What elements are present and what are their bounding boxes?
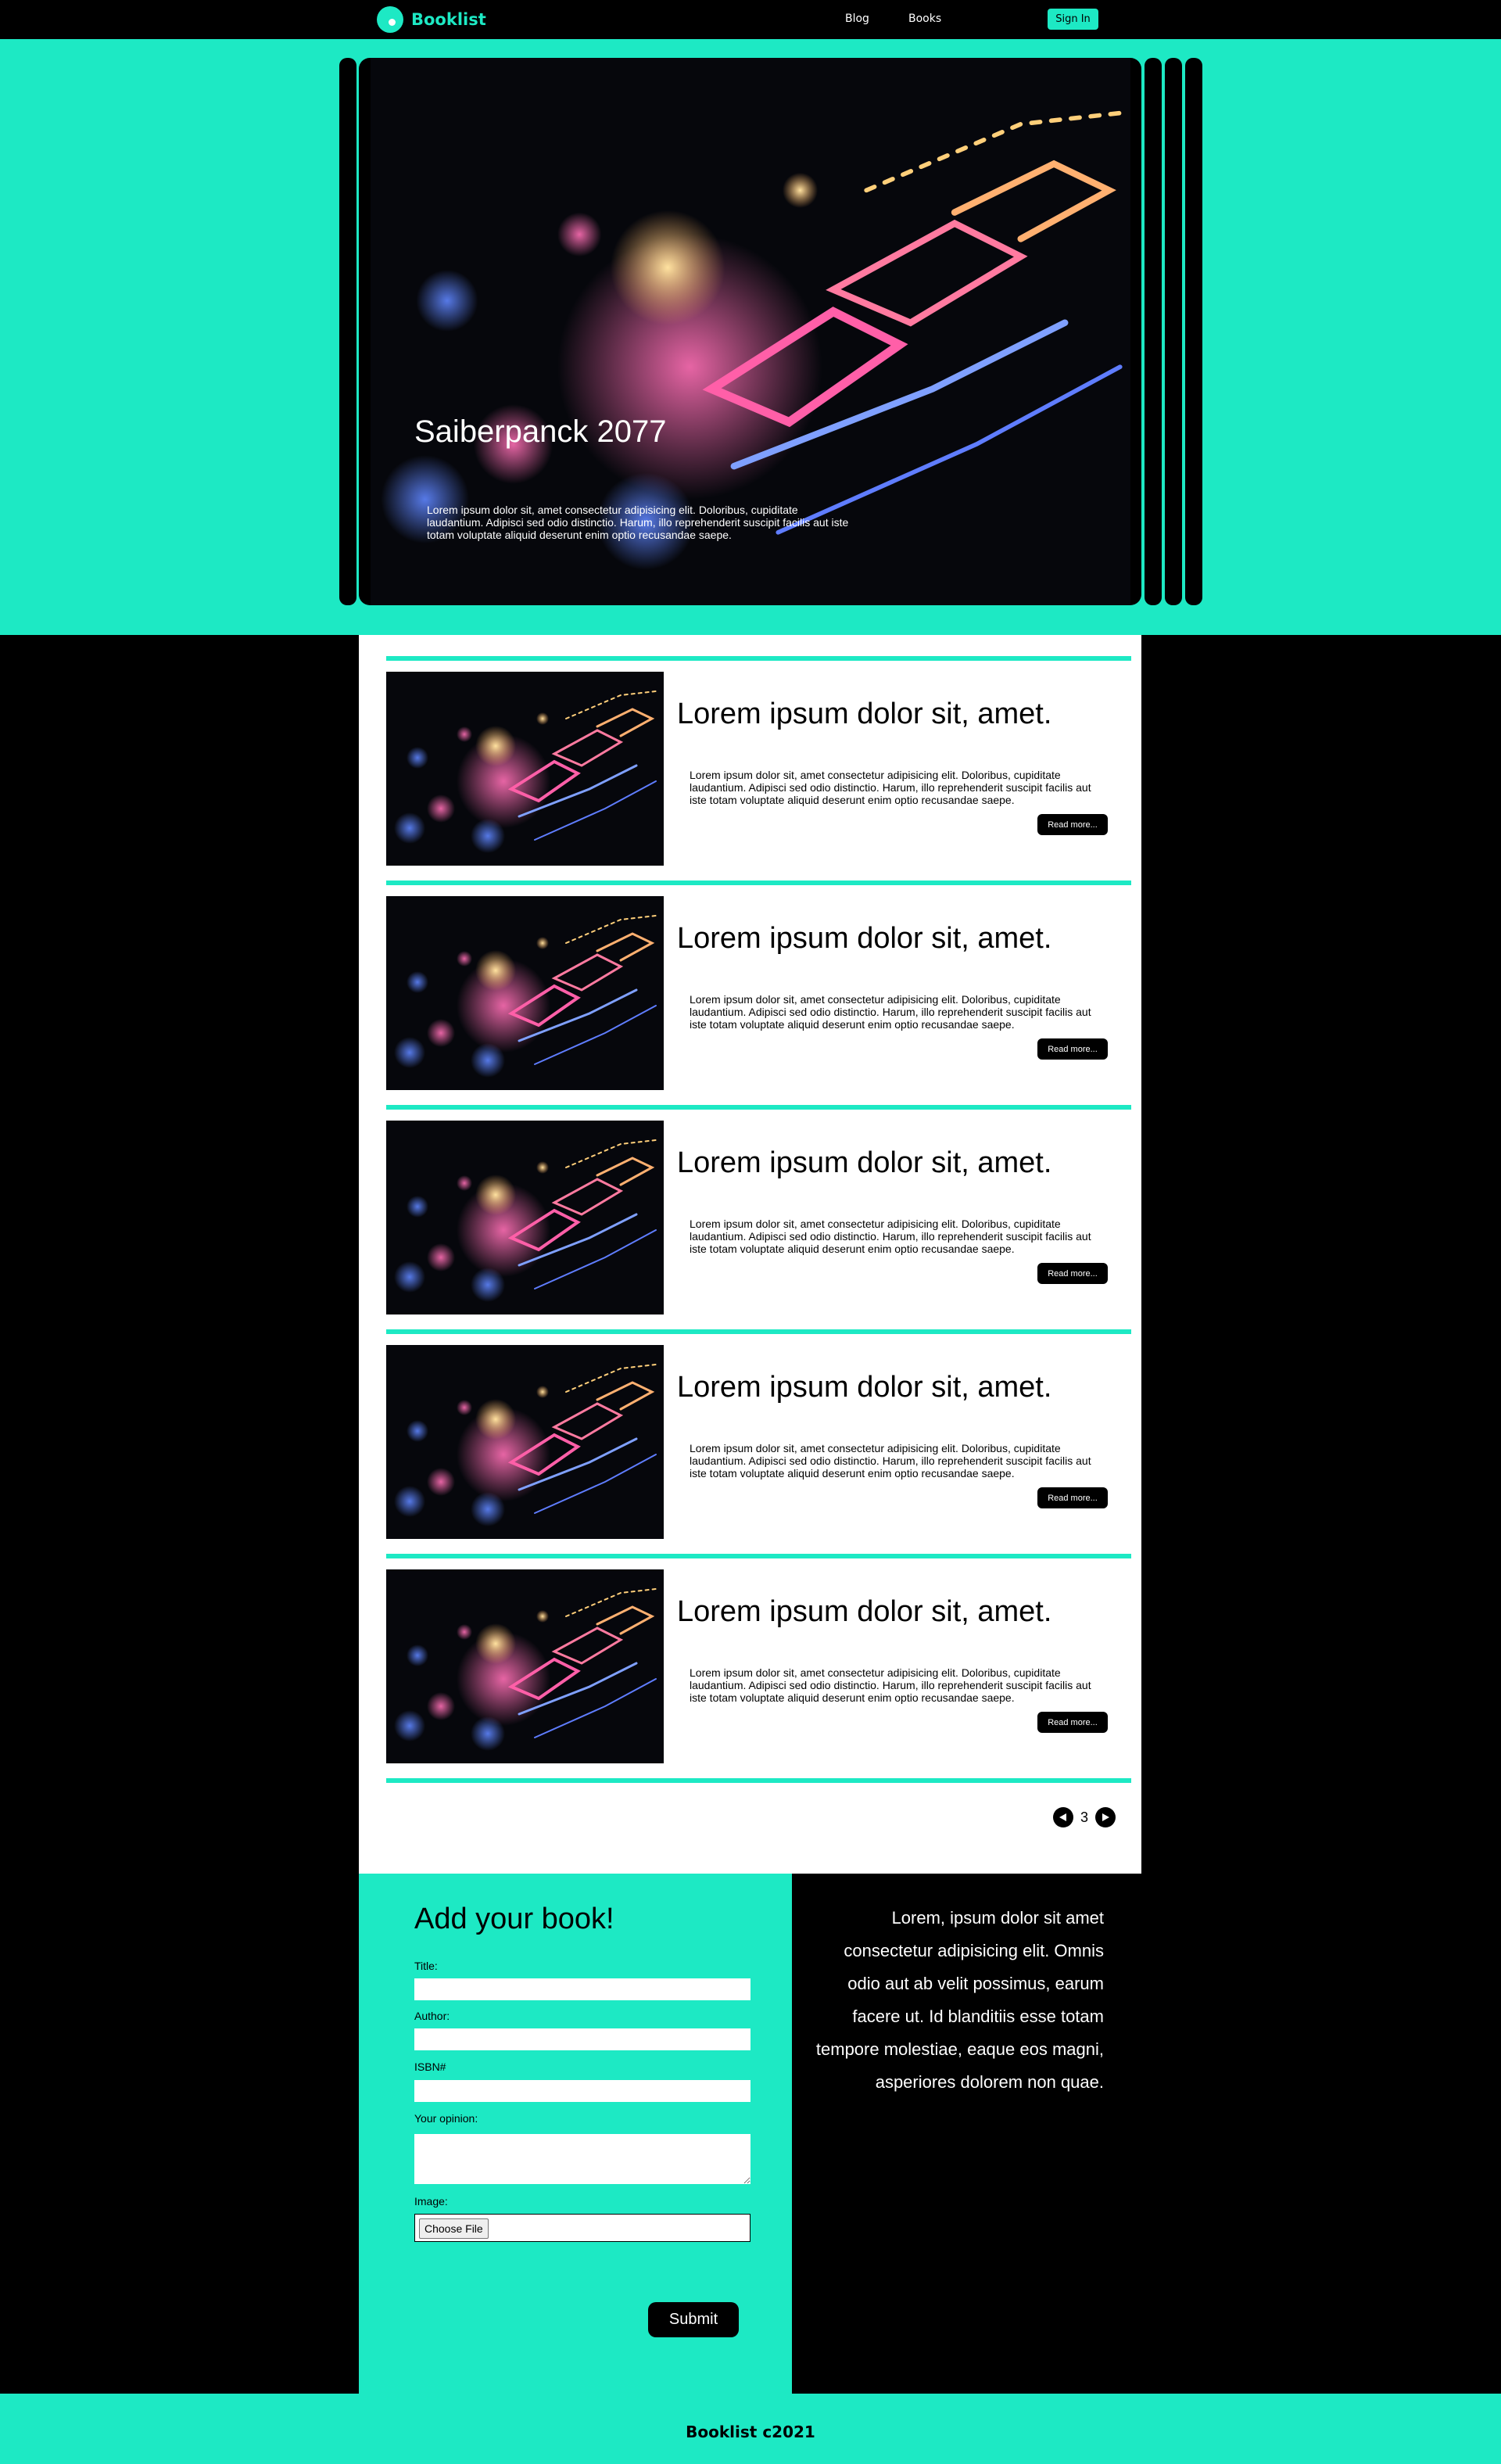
divider (386, 1554, 1131, 1558)
divider (386, 1105, 1131, 1110)
nav-link-blog[interactable]: Blog (845, 13, 869, 25)
author-label: Author: (414, 2010, 450, 2022)
article-title: Lorem ipsum dolor sit, amet. (677, 698, 1052, 730)
triangle-right-icon[interactable] (1095, 1807, 1116, 1827)
article-text: Lorem ipsum dolor sit, amet consectetur … (690, 993, 1091, 1031)
title-label: Title: (414, 1960, 438, 1972)
hero-description: Lorem ipsum dolor sit, amet consectetur … (427, 504, 849, 541)
article-title: Lorem ipsum dolor sit, amet. (677, 1371, 1052, 1404)
carousel-prev-slide[interactable] (339, 58, 356, 605)
form-title: Add your book! (414, 1903, 614, 1935)
choose-file-button[interactable]: Choose File (419, 2218, 489, 2239)
hero-title: Saiberpanck 2077 (414, 414, 667, 449)
triangle-left-icon[interactable] (1053, 1807, 1073, 1827)
isbn-field[interactable] (414, 2080, 750, 2102)
article-image (386, 1569, 664, 1763)
add-book-form: Add your book! Title: Author: ISBN# Your… (359, 1874, 792, 2394)
article-card: Lorem ipsum dolor sit, amet. Lorem ipsum… (386, 1569, 1131, 1763)
logo-icon (377, 6, 403, 33)
add-book-section: Add your book! Title: Author: ISBN# Your… (0, 1874, 1501, 2394)
article-card: Lorem ipsum dolor sit, amet. Lorem ipsum… (386, 1345, 1131, 1539)
article-card: Lorem ipsum dolor sit, amet. Lorem ipsum… (386, 1121, 1131, 1314)
divider (386, 881, 1131, 885)
read-more-button[interactable]: Read more... (1037, 1712, 1108, 1733)
read-more-button[interactable]: Read more... (1037, 1487, 1108, 1508)
article-image (386, 672, 664, 866)
article-title: Lorem ipsum dolor sit, amet. (677, 1146, 1052, 1179)
author-field[interactable] (414, 2028, 750, 2050)
read-more-button[interactable]: Read more... (1037, 814, 1108, 835)
pagination: 3 (1053, 1807, 1116, 1827)
article-text: Lorem ipsum dolor sit, amet consectetur … (690, 769, 1091, 806)
opinion-field[interactable] (414, 2134, 750, 2184)
top-nav: Booklist Blog Books Sign In (0, 0, 1501, 39)
brand-name: Booklist (411, 10, 486, 29)
title-field[interactable] (414, 1978, 750, 2000)
current-page: 3 (1080, 1809, 1088, 1825)
article-text: Lorem ipsum dolor sit, amet consectetur … (690, 1666, 1091, 1704)
read-more-button[interactable]: Read more... (1037, 1263, 1108, 1284)
hero-section: Saiberpanck 2077 Lorem ipsum dolor sit, … (0, 39, 1501, 635)
divider (386, 1778, 1131, 1783)
image-file-input[interactable]: Choose File (414, 2214, 750, 2242)
image-label: Image: (414, 2195, 448, 2208)
nav-link-books[interactable]: Books (908, 13, 941, 25)
article-image (386, 1345, 664, 1539)
side-description: Lorem, ipsum dolor sit amet consectetur … (815, 1908, 1104, 2092)
article-list: Lorem ipsum dolor sit, amet. Lorem ipsum… (359, 635, 1141, 1874)
divider (386, 1329, 1131, 1334)
articles-section: Lorem ipsum dolor sit, amet. Lorem ipsum… (0, 635, 1501, 1874)
brand-logo[interactable]: Booklist (377, 6, 486, 33)
submit-button[interactable]: Submit (648, 2302, 739, 2337)
article-text: Lorem ipsum dolor sit, amet consectetur … (690, 1442, 1091, 1479)
article-image (386, 896, 664, 1090)
footer: Booklist c2021 (0, 2394, 1501, 2464)
divider (386, 656, 1131, 661)
carousel-next-slide-3[interactable] (1185, 58, 1202, 605)
article-card: Lorem ipsum dolor sit, amet. Lorem ipsum… (386, 672, 1131, 866)
sign-in-button[interactable]: Sign In (1048, 9, 1098, 30)
article-title: Lorem ipsum dolor sit, amet. (677, 1595, 1052, 1628)
footer-copyright: Booklist c2021 (686, 2423, 815, 2441)
carousel-next-slide-1[interactable] (1145, 58, 1162, 605)
hero-slide: Saiberpanck 2077 Lorem ipsum dolor sit, … (359, 58, 1141, 605)
article-text: Lorem ipsum dolor sit, amet consectetur … (690, 1218, 1091, 1255)
opinion-label: Your opinion: (414, 2112, 478, 2125)
article-card: Lorem ipsum dolor sit, amet. Lorem ipsum… (386, 896, 1131, 1090)
article-title: Lorem ipsum dolor sit, amet. (677, 922, 1052, 955)
article-image (386, 1121, 664, 1314)
carousel-next-slide-2[interactable] (1165, 58, 1182, 605)
isbn-label: ISBN# (414, 2061, 446, 2073)
read-more-button[interactable]: Read more... (1037, 1038, 1108, 1060)
